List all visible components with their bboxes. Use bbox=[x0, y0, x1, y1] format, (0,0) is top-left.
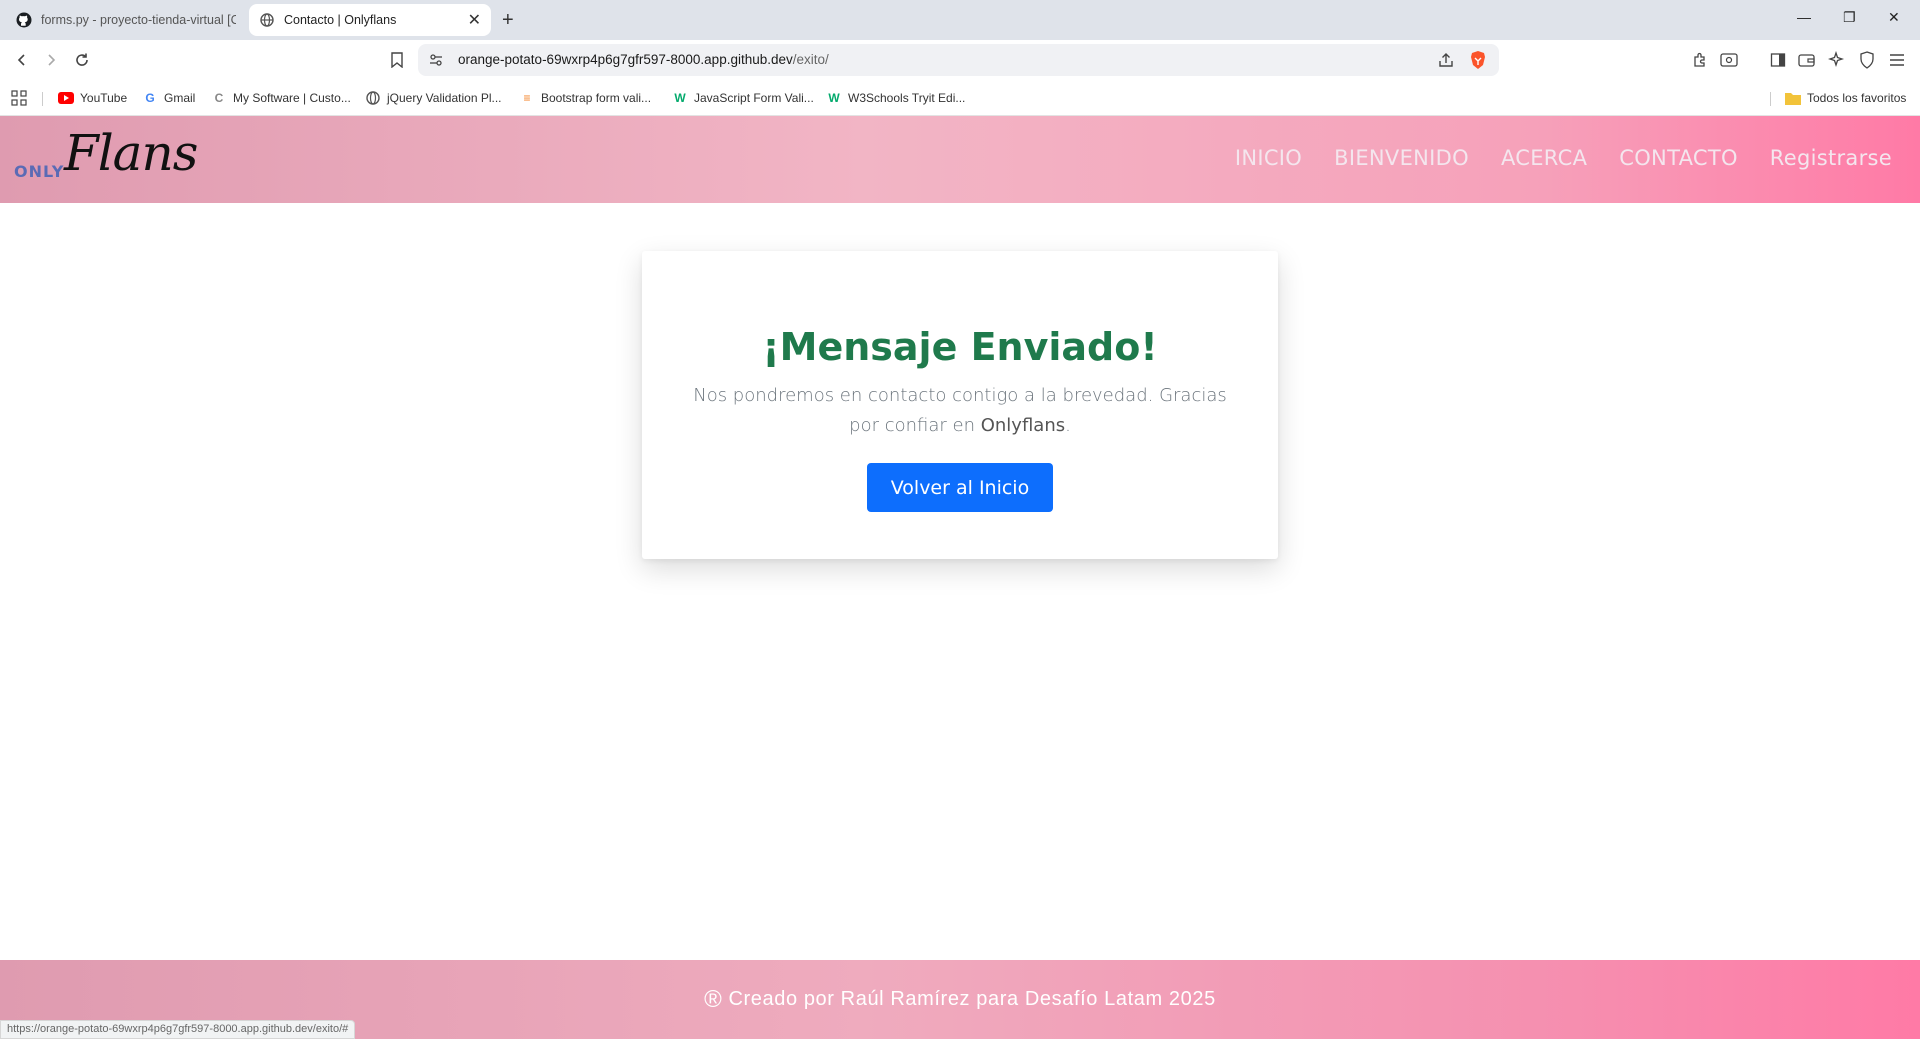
bookmarks-bar: YouTube G Gmail C My Software | Custo...… bbox=[0, 80, 1920, 116]
minimize-button[interactable]: — bbox=[1797, 9, 1811, 25]
back-icon[interactable] bbox=[11, 49, 33, 71]
success-message: Nos pondremos en contacto contigo a la b… bbox=[690, 381, 1230, 441]
bookmark-bootstrap-form[interactable]: ≡ Bootstrap form vali... bbox=[519, 89, 651, 107]
bookmark-label: JavaScript Form Vali... bbox=[694, 91, 814, 105]
address-bar[interactable]: orange-potato-69wxrp4p6g7gfr597-8000.app… bbox=[418, 44, 1499, 76]
vpn-shield-icon[interactable] bbox=[1856, 49, 1878, 71]
site-navbar: ONLY Flans INICIO BIENVENIDO ACERCA CONT… bbox=[0, 116, 1920, 203]
bookmark-w3schools-tryit[interactable]: W W3Schools Tryit Edi... bbox=[826, 89, 965, 107]
globe-icon bbox=[259, 12, 275, 28]
restore-button[interactable]: ❐ bbox=[1843, 9, 1856, 26]
github-icon bbox=[16, 12, 32, 28]
forward-icon[interactable] bbox=[40, 49, 62, 71]
folder-icon bbox=[1785, 90, 1801, 106]
google-icon: G bbox=[145, 91, 155, 105]
w3schools-icon: W bbox=[828, 91, 840, 105]
logo-flans-text: Flans bbox=[64, 124, 198, 182]
site-settings-icon[interactable] bbox=[428, 52, 444, 73]
w3schools-icon: W bbox=[674, 91, 686, 105]
success-title: ¡Mensaje Enviado! bbox=[762, 325, 1158, 369]
tab-search-icon[interactable] bbox=[1718, 49, 1740, 71]
tab-forms-py[interactable]: forms.py - proyecto-tienda-virtual [C bbox=[6, 4, 246, 36]
nav-link-bienvenido[interactable]: BIENVENIDO bbox=[1334, 146, 1469, 170]
tab-title: Contacto | Onlyflans bbox=[284, 13, 397, 27]
url-host: orange-potato-69wxrp4p6g7gfr597-8000.app… bbox=[458, 52, 793, 67]
reload-icon[interactable] bbox=[71, 49, 93, 71]
bookmark-label: Todos los favoritos bbox=[1807, 91, 1907, 105]
message-period: . bbox=[1065, 415, 1071, 436]
nav-link-registrarse[interactable]: Registrarse bbox=[1770, 146, 1892, 170]
extensions-icon[interactable] bbox=[1689, 49, 1711, 71]
back-home-button[interactable]: Volver al Inicio bbox=[867, 463, 1053, 512]
footer-credit-text: Creado por Raúl Ramírez para Desafío Lat… bbox=[728, 988, 1216, 1010]
tab-contacto[interactable]: Contacto | Onlyflans ✕ bbox=[249, 4, 491, 36]
apps-grid-icon[interactable] bbox=[11, 89, 27, 107]
success-message-text: Nos pondremos en contacto contigo a la b… bbox=[693, 385, 1227, 436]
browser-toolbar: orange-potato-69wxrp4p6g7gfr597-8000.app… bbox=[0, 40, 1920, 80]
url-text: orange-potato-69wxrp4p6g7gfr597-8000.app… bbox=[458, 52, 829, 67]
wallet-icon[interactable] bbox=[1796, 49, 1818, 71]
nav-link-contacto[interactable]: CONTACTO bbox=[1619, 146, 1738, 170]
bookmark-label: YouTube bbox=[80, 91, 128, 105]
registered-icon: ® bbox=[704, 986, 723, 1013]
menu-icon[interactable] bbox=[1886, 49, 1908, 71]
new-tab-button[interactable]: + bbox=[502, 8, 514, 32]
bookmark-label: Bootstrap form vali... bbox=[541, 91, 652, 105]
all-bookmarks-folder[interactable]: Todos los favoritos bbox=[1785, 89, 1906, 107]
bookmark-label: Gmail bbox=[164, 91, 196, 105]
youtube-icon bbox=[58, 90, 74, 106]
main-nav: INICIO BIENVENIDO ACERCA CONTACTO Regist… bbox=[1235, 146, 1892, 170]
close-tab-icon[interactable]: ✕ bbox=[468, 10, 481, 30]
success-card: ¡Mensaje Enviado! Nos pondremos en conta… bbox=[642, 251, 1278, 559]
bookmark-icon[interactable] bbox=[386, 49, 408, 71]
brave-shields-icon[interactable] bbox=[1469, 50, 1487, 75]
bookmark-gmail[interactable]: G Gmail bbox=[142, 89, 195, 107]
globe-icon bbox=[365, 90, 381, 106]
bookmark-separator bbox=[42, 92, 43, 106]
tab-title: forms.py - proyecto-tienda-virtual [C bbox=[41, 13, 236, 27]
bookmark-jquery-validation[interactable]: jQuery Validation Pl... bbox=[365, 89, 502, 107]
bookmark-label: jQuery Validation Pl... bbox=[387, 91, 502, 105]
bookmark-separator bbox=[1770, 92, 1771, 106]
nav-link-acerca[interactable]: ACERCA bbox=[1501, 146, 1587, 170]
nav-link-inicio[interactable]: INICIO bbox=[1235, 146, 1302, 170]
footer-credit: ® Creado por Raúl Ramírez para Desafío La… bbox=[0, 986, 1920, 1014]
bookmark-javascript-form[interactable]: W JavaScript Form Vali... bbox=[672, 89, 814, 107]
share-icon[interactable] bbox=[1437, 51, 1455, 74]
bookmark-label: My Software | Custo... bbox=[233, 91, 351, 105]
status-bar-url: https://orange-potato-69wxrp4p6g7gfr597-… bbox=[0, 1020, 356, 1039]
brand-name: Onlyflans bbox=[980, 415, 1066, 436]
url-path: /exito/ bbox=[792, 52, 829, 67]
bookmark-youtube[interactable]: YouTube bbox=[58, 89, 127, 107]
browser-tab-bar: forms.py - proyecto-tienda-virtual [C Co… bbox=[0, 0, 1920, 40]
sidebar-icon[interactable] bbox=[1767, 49, 1789, 71]
c-icon: C bbox=[214, 91, 224, 105]
close-window-button[interactable]: ✕ bbox=[1888, 9, 1900, 26]
leo-ai-icon[interactable] bbox=[1826, 49, 1848, 71]
stackoverflow-icon: ≡ bbox=[523, 91, 531, 105]
logo-only-text: ONLY bbox=[14, 162, 65, 181]
bookmark-label: W3Schools Tryit Edi... bbox=[848, 91, 966, 105]
bookmark-my-software[interactable]: C My Software | Custo... bbox=[211, 89, 351, 107]
